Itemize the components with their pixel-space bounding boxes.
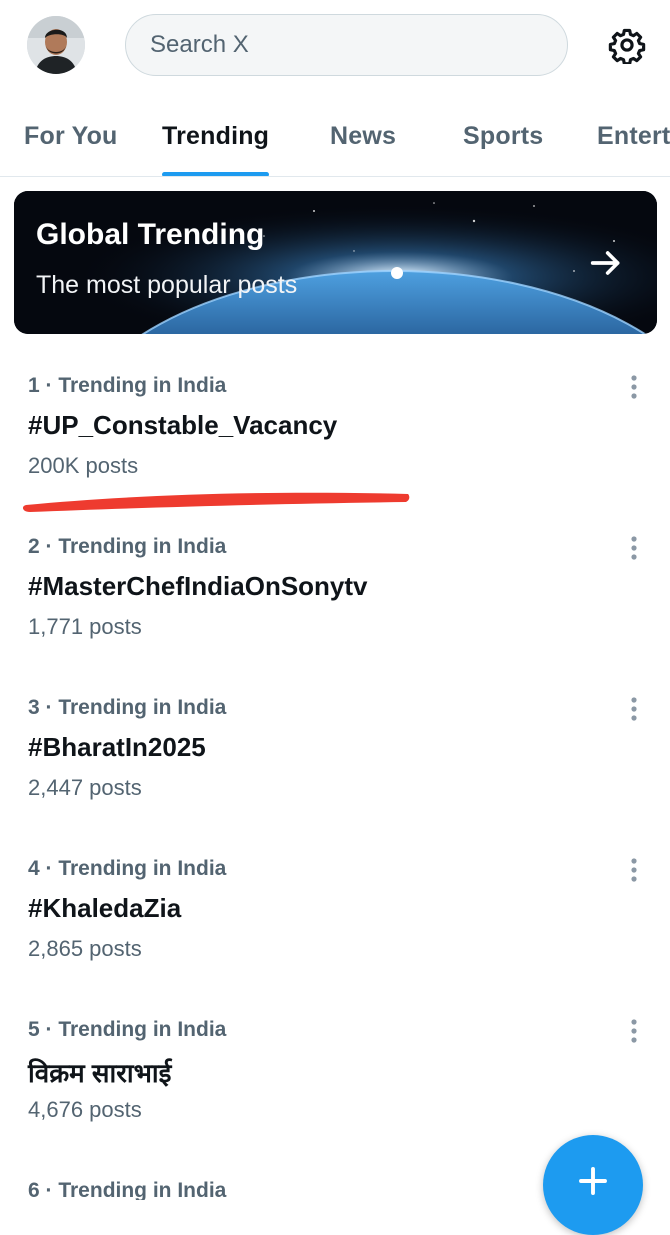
banner-subtitle: The most popular posts	[36, 271, 298, 299]
more-vertical-icon[interactable]	[622, 1016, 646, 1046]
tab-bar: For You Trending News Sports Entert	[0, 96, 670, 177]
trend-post-count: 2,865 posts	[28, 936, 142, 961]
global-trending-banner[interactable]: Global Trending The most popular posts	[14, 191, 657, 334]
trend-post-count: 2,447 posts	[28, 775, 142, 800]
more-vertical-icon[interactable]	[622, 855, 646, 885]
earth-horizon-image	[14, 191, 657, 334]
trend-post-count: 200K posts	[28, 453, 139, 478]
tab-entertainment[interactable]: Entert	[597, 96, 670, 176]
search-bar[interactable]	[125, 14, 568, 76]
search-input[interactable]	[148, 30, 567, 60]
tab-news[interactable]: News	[330, 96, 397, 176]
trend-context: 4 · Trending in India	[28, 857, 227, 880]
trend-name: #UP_Constable_Vacancy	[28, 410, 338, 440]
tab-label: For You	[24, 122, 118, 150]
trend-item[interactable]: 4 · Trending in India #KhaledaZia 2,865 …	[0, 845, 670, 1006]
tab-label: News	[330, 122, 397, 150]
trend-context: 6 · Trending in India	[28, 1179, 227, 1200]
trend-post-count: 1,771 posts	[28, 614, 142, 639]
trend-item[interactable]: 3 · Trending in India #BharatIn2025 2,44…	[0, 684, 670, 845]
banner-title: Global Trending	[36, 218, 265, 251]
plus-icon	[579, 1167, 607, 1195]
tab-label: Sports	[463, 122, 544, 150]
tab-for-you[interactable]: For You	[24, 96, 118, 176]
trend-context: 1 · Trending in India	[28, 374, 227, 397]
gear-icon[interactable]	[604, 22, 650, 68]
tab-label: Entert	[597, 122, 670, 150]
trend-item[interactable]: 2 · Trending in India #MasterChefIndiaOn…	[0, 523, 670, 684]
trend-context: 2 · Trending in India	[28, 535, 227, 558]
tab-sports[interactable]: Sports	[463, 96, 544, 176]
tab-trending[interactable]: Trending	[162, 96, 270, 176]
arrow-right-icon[interactable]	[586, 243, 626, 283]
top-header	[0, 0, 670, 92]
trend-name: #KhaledaZia	[28, 893, 182, 923]
trend-post-count: 4,676 posts	[28, 1097, 142, 1122]
compose-button[interactable]	[543, 1135, 643, 1235]
trend-name: #MasterChefIndiaOnSonytv	[28, 571, 368, 601]
trend-name: विक्रम साराभाई	[28, 1058, 172, 1088]
more-vertical-icon[interactable]	[622, 372, 646, 402]
more-vertical-icon[interactable]	[622, 694, 646, 724]
active-tab-indicator	[162, 172, 270, 176]
profile-avatar[interactable]	[27, 16, 85, 74]
red-underline-annotation	[0, 478, 670, 518]
trend-context: 3 · Trending in India	[28, 696, 227, 719]
tab-label: Trending	[162, 122, 270, 150]
trend-context: 5 · Trending in India	[28, 1018, 227, 1041]
more-vertical-icon[interactable]	[622, 533, 646, 563]
trend-name: #BharatIn2025	[28, 732, 206, 762]
